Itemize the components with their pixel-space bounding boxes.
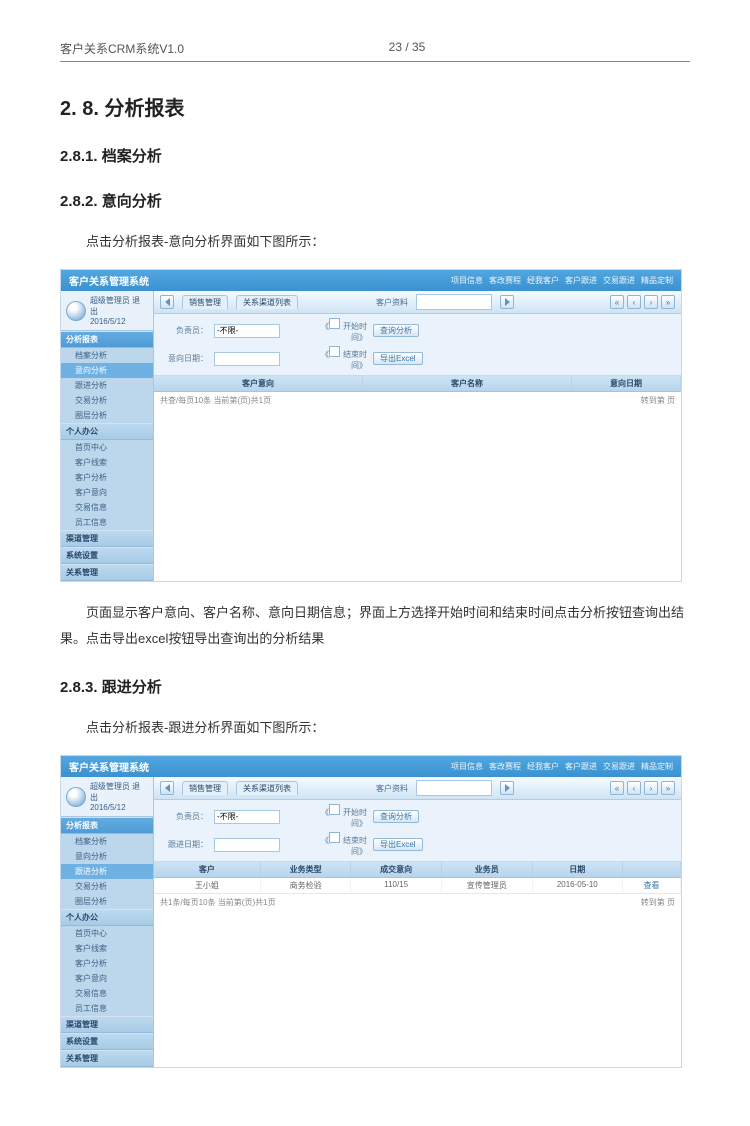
crm-screenshot-intention: 客户关系管理系统 项目信息 客改赛程 经我客户 客户跟进 交易跟进 精品定制 超… (60, 269, 682, 582)
avatar-icon (66, 787, 86, 807)
crm-filter: 负责员： 《开始时间》 查询分析 意向日期： 《结束时间》 导出Excel (154, 314, 681, 376)
tab-channel-list[interactable]: 关系渠道列表 (236, 295, 298, 309)
para-282-intro: 点击分析报表-意向分析界面如下图所示： (60, 229, 690, 255)
start-checkbox[interactable] (329, 318, 340, 329)
sidebar-item-follow[interactable]: 跟进分析 (61, 378, 153, 393)
crm-titlebar: 客户关系管理系统 项目信息 客改赛程 经我客户 客户跟进 交易跟进 精品定制 (61, 270, 681, 291)
table-row[interactable]: 王小姐 商务检验 110/15 宣传管理员 2016-05-10 查看 (154, 878, 681, 894)
nav-prev-icon[interactable]: ‹ (627, 295, 641, 309)
search-go-icon[interactable] (500, 295, 514, 309)
nav-next-icon[interactable]: › (644, 295, 658, 309)
crm-top-links: 项目信息 客改赛程 经我客户 客户跟进 交易跟进 精品定制 (451, 275, 673, 286)
crm-user-block: 超级管理员 退出 2016/5/12 (61, 291, 153, 331)
tab-sales[interactable]: 销售管理 (182, 295, 228, 309)
sidebar-item-deal[interactable]: 交易分析 (61, 393, 153, 408)
sidebar-sec-channel[interactable]: 渠道管理 (61, 530, 153, 547)
crm-main: 销售管理 关系渠道列表 客户资料 « ‹ › » 负责员： (154, 291, 681, 581)
crm-table-follow: 客户 业务类型 成交意向 业务员 日期 王小姐 商务检验 110/15 宣传管理… (154, 862, 681, 911)
sidebar-sec-analysis[interactable]: 分析报表 (61, 331, 153, 348)
sidebar-sec-personal[interactable]: 个人办公 (61, 423, 153, 440)
table-footer-left: 共查/每页10条 当前第(页)共1页 (160, 395, 271, 406)
crm-sidebar-2: 超级管理员 退出 2016/5/12 分析报表 档案分析 意向分析 跟进分析 交… (61, 777, 154, 1067)
date-label: 意向日期： (162, 353, 208, 364)
doc-title: 客户关系CRM系统V1.0 (60, 40, 184, 57)
view-link[interactable]: 查看 (623, 878, 681, 893)
collapse-icon[interactable] (160, 295, 174, 309)
sidebar-sec-sys[interactable]: 系统设置 (61, 547, 153, 564)
search-go-icon[interactable] (500, 781, 514, 795)
nav-last-icon[interactable]: » (661, 295, 675, 309)
col-intention: 客户意向 (154, 376, 363, 391)
crm-app-title-2: 客户关系管理系统 (69, 759, 149, 774)
export-button[interactable]: 导出Excel (373, 838, 423, 851)
search-label: 客户资料 (376, 297, 408, 308)
table-footer-right: 转到第 页 (641, 395, 675, 406)
para-282-desc: 页面显示客户意向、客户名称、意向日期信息；界面上方选择开始时间和结束时间点击分析… (60, 600, 690, 652)
sidebar-item-intention[interactable]: 意向分析 (61, 363, 153, 378)
crm-toolbar: 销售管理 关系渠道列表 客户资料 « ‹ › » (154, 291, 681, 314)
heading-2-8-3: 2.8.3. 跟进分析 (60, 676, 690, 697)
sidebar-item-archive[interactable]: 档案分析 (61, 348, 153, 363)
avatar-icon (66, 301, 86, 321)
heading-2-8: 2. 8. 分析报表 (60, 92, 690, 121)
crm-sidebar: 超级管理员 退出 2016/5/12 分析报表 档案分析 意向分析 跟进分析 交… (61, 291, 154, 581)
nav-first-icon[interactable]: « (610, 295, 624, 309)
end-checkbox[interactable] (329, 346, 340, 357)
belong-select[interactable] (214, 324, 280, 338)
heading-2-8-2: 2.8.2. 意向分析 (60, 190, 690, 211)
sidebar-item-circle[interactable]: 圈层分析 (61, 408, 153, 423)
crm-date: 2016/5/12 (90, 317, 148, 326)
collapse-icon[interactable] (160, 781, 174, 795)
crm-app-title: 客户关系管理系统 (69, 273, 149, 288)
belong-label: 负责员： (162, 325, 208, 336)
sidebar-item-follow-active[interactable]: 跟进分析 (61, 864, 153, 879)
search-input[interactable] (416, 294, 492, 310)
document-page: 客户关系CRM系统V1.0 23 / 35 2. 8. 分析报表 2.8.1. … (0, 0, 750, 1126)
col-custname: 客户名称 (363, 376, 572, 391)
date-input[interactable] (214, 352, 280, 366)
heading-2-8-1: 2.8.1. 档案分析 (60, 145, 690, 166)
doc-page-number: 23 / 35 (389, 40, 426, 57)
date-input[interactable] (214, 838, 280, 852)
crm-table-intention: 客户意向 客户名称 意向日期 共查/每页10条 当前第(页)共1页 转到第 页 (154, 376, 681, 409)
export-button[interactable]: 导出Excel (373, 352, 423, 365)
query-button[interactable]: 查询分析 (373, 324, 419, 337)
belong-select[interactable] (214, 810, 280, 824)
search-input[interactable] (416, 780, 492, 796)
col-intdate: 意向日期 (572, 376, 681, 391)
crm-screenshot-follow: 客户关系管理系统 项目信息 客改赛程 经我客户 客户跟进 交易跟进 精品定制 超… (60, 755, 682, 1068)
para-283-intro: 点击分析报表-跟进分析界面如下图所示： (60, 715, 690, 741)
doc-header: 客户关系CRM系统V1.0 23 / 35 (60, 40, 690, 62)
crm-titlebar-2: 客户关系管理系统 项目信息 客改赛程 经我客户 客户跟进 交易跟进 精品定制 (61, 756, 681, 777)
query-button[interactable]: 查询分析 (373, 810, 419, 823)
sidebar-sec-group[interactable]: 关系管理 (61, 564, 153, 581)
